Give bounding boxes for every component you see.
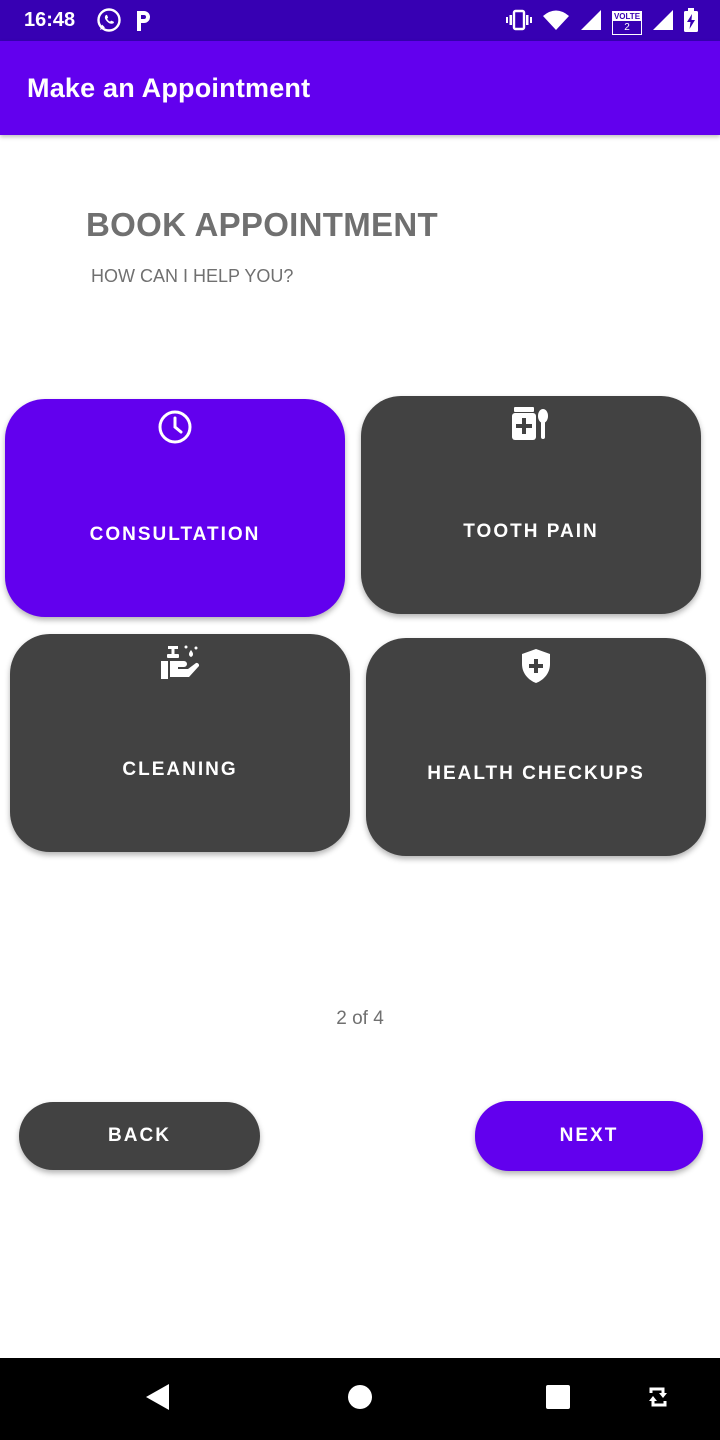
nav-rotate-button[interactable] (618, 1358, 698, 1440)
rotate-icon (647, 1383, 669, 1416)
option-consultation[interactable]: CONSULTATION (5, 399, 345, 617)
volte-label: VOLTE (613, 11, 641, 21)
option-label: CONSULTATION (89, 524, 261, 545)
app-title: Make an Appointment (27, 73, 311, 103)
nav-back-button[interactable] (118, 1358, 198, 1440)
medicine-icon (511, 406, 551, 442)
system-nav-bar (0, 1358, 720, 1440)
next-button[interactable]: NEXT (475, 1101, 703, 1171)
option-cleaning[interactable]: CLEANING (10, 634, 350, 852)
page-indicator: 2 of 4 (336, 1008, 384, 1029)
nav-recents-button[interactable] (518, 1358, 598, 1440)
recents-square-icon (545, 1384, 571, 1415)
option-label: CLEANING (122, 759, 238, 780)
signal-icon (652, 9, 674, 36)
vibrate-icon (506, 9, 532, 36)
health-shield-icon (520, 648, 552, 684)
option-label: HEALTH CHECKUPS (427, 763, 645, 784)
status-time: 16:48 (24, 9, 76, 31)
nav-home-button[interactable] (320, 1358, 400, 1440)
wifi-icon (542, 9, 570, 36)
sim-number: 2 (624, 21, 630, 33)
page-heading: BOOK APPOINTMENT (86, 206, 438, 243)
back-button[interactable]: BACK (19, 1102, 260, 1170)
app-bar: Make an Appointment (0, 41, 720, 135)
p-app-icon (134, 8, 154, 37)
whatsapp-icon (96, 7, 122, 38)
battery-charging-icon (684, 8, 698, 37)
option-health-checkups[interactable]: HEALTH CHECKUPS (366, 638, 706, 856)
volte-icon: VOLTE 2 (612, 10, 642, 35)
back-triangle-icon (145, 1383, 171, 1416)
status-bar: 16:48 VOLTE 2 (0, 0, 720, 41)
option-label: TOOTH PAIN (463, 521, 599, 542)
page-subheading: HOW CAN I HELP YOU? (91, 266, 294, 286)
clock-icon (157, 409, 193, 445)
home-circle-icon (347, 1384, 373, 1415)
option-tooth-pain[interactable]: TOOTH PAIN (361, 396, 701, 614)
hand-wash-icon (160, 644, 200, 680)
signal-icon (580, 9, 602, 36)
